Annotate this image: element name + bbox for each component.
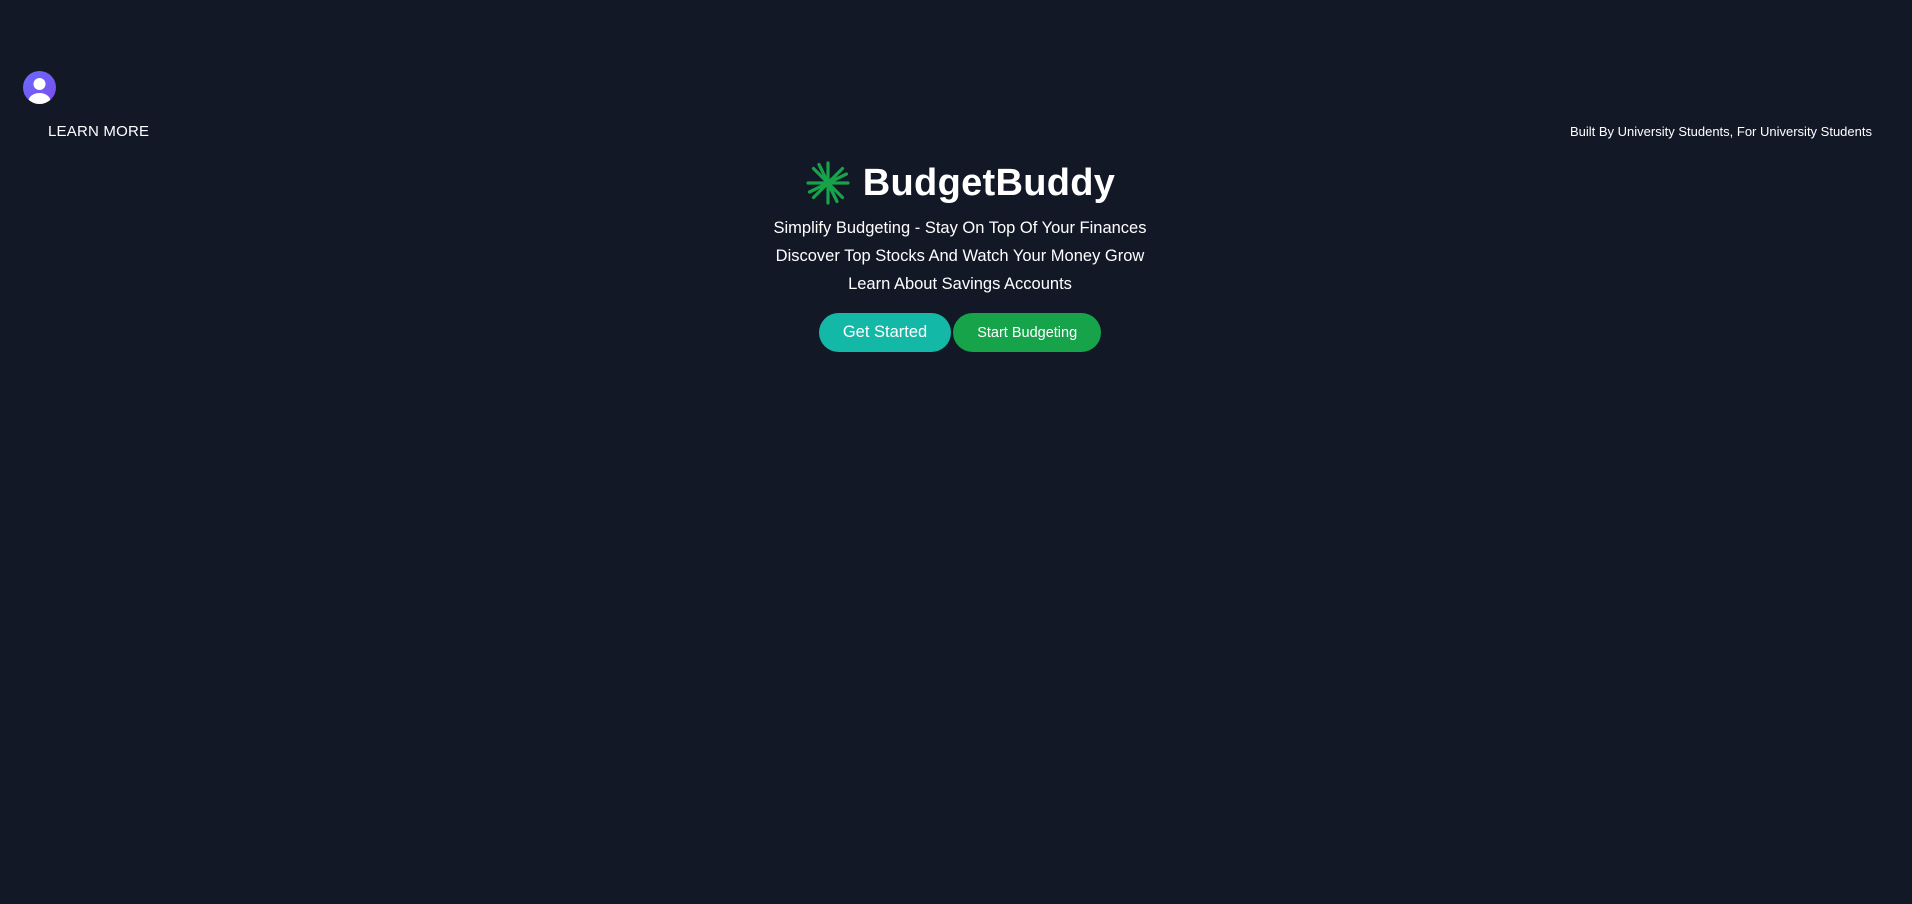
brand: BudgetBuddy — [805, 158, 1115, 208]
hero-actions: Get Started Start Budgeting — [818, 313, 1102, 352]
brand-name: BudgetBuddy — [862, 161, 1116, 204]
get-started-button[interactable]: Get Started — [818, 313, 952, 352]
subtitle-line: Simplify Budgeting - Stay On Top Of Your… — [773, 219, 1147, 237]
user-avatar-icon[interactable] — [23, 71, 56, 104]
asterisk-logo-icon — [806, 161, 850, 205]
hero-subtitles: Simplify Budgeting - Stay On Top Of Your… — [774, 214, 1147, 298]
user-silhouette-icon — [28, 78, 51, 104]
landing-page: LEARN MORE Built By University Students,… — [0, 0, 1912, 904]
start-budgeting-button[interactable]: Start Budgeting — [953, 313, 1102, 352]
tagline: Built By University Students, For Univer… — [1569, 124, 1872, 139]
subtitle-line: Discover Top Stocks And Watch Your Money… — [775, 247, 1145, 265]
hero-section: BudgetBuddy Simplify Budgeting - Stay On… — [0, 158, 1912, 352]
subtitle-line: Learn About Savings Accounts — [848, 275, 1072, 293]
learn-more-link[interactable]: LEARN MORE — [48, 123, 149, 140]
